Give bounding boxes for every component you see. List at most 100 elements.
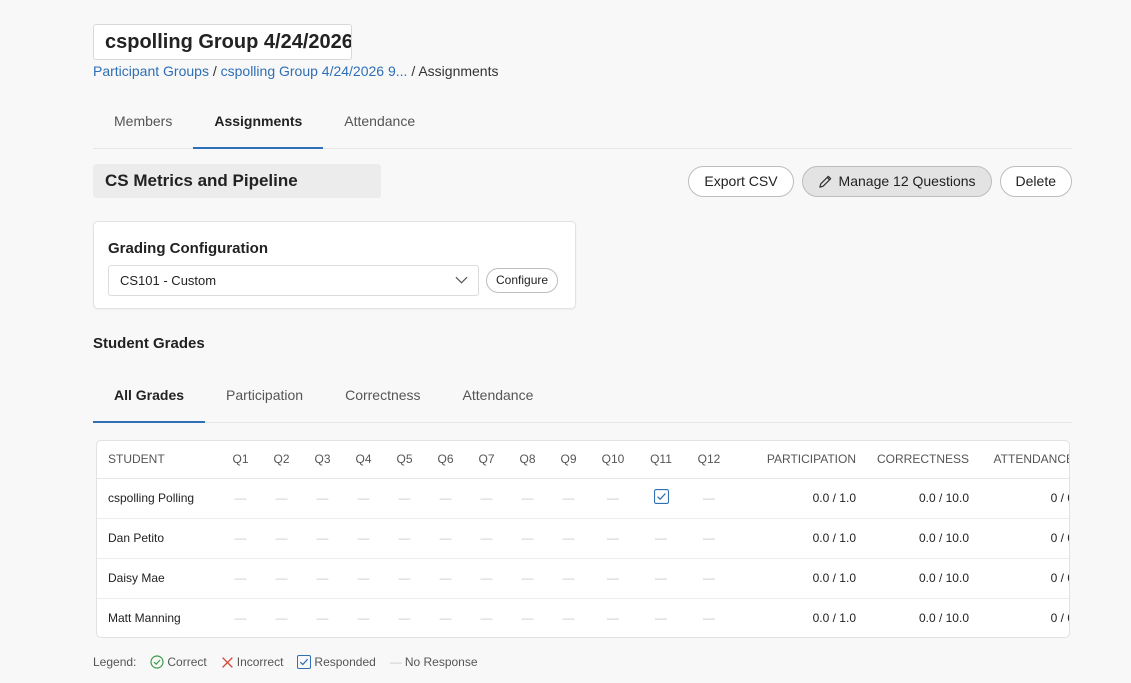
tab-assignments[interactable]: Assignments [193,104,324,149]
response-none: — [507,518,548,559]
response-none: — [220,518,261,559]
student-name: Dan Petito [97,518,220,559]
correctness-score: 0.0 / 10.0 [918,611,969,626]
response-none: — [343,558,384,599]
response-none: — [607,611,619,626]
export-csv-button[interactable]: Export CSV [688,166,794,197]
column-header: Q5 [384,441,425,479]
check-circle-icon [150,655,164,669]
response-responded [637,478,685,519]
tab-all-grades[interactable]: All Grades [93,378,206,423]
column-header: Q12 [685,441,733,479]
manage-questions-button[interactable]: Manage 12 Questions [801,166,992,197]
grades-table: STUDENT Q1 Q2 Q3 Q4 Q5 Q6 Q7 Q8 Q9 Q10 Q… [97,441,1069,637]
assignment-actions: Export CSV Manage 12 Questions Delete [688,166,1072,197]
response-none: — [655,611,667,626]
response-none: — [425,478,466,519]
student-name: cspolling Polling [97,478,220,519]
response-none: — [302,558,343,599]
column-header: Q11 [637,441,685,479]
response-none: — [589,558,637,599]
assignment-title-input[interactable]: CS Metrics and Pipeline [93,164,381,198]
legend-label: Legend: [93,655,137,669]
legend: Legend: Correct Incorrect Responded — No… [93,655,486,669]
response-none: — [439,611,452,626]
response-none: — [384,518,425,559]
grading-config-value: CS101 - Custom [120,273,217,288]
response-none: — [637,518,685,559]
response-none: — [343,518,384,559]
response-none: — [398,611,411,626]
legend-incorrect: Incorrect [221,655,284,669]
legend-correct-label: Correct [167,655,207,669]
response-none: — [685,478,733,519]
student-name: Daisy Mae [97,558,220,599]
tab-attendance[interactable]: Attendance [323,104,436,148]
response-none: — [275,611,288,626]
response-none: — [562,611,575,626]
response-none: — [507,478,548,519]
column-header: Q6 [425,441,466,479]
tab-correctness[interactable]: Correctness [324,378,441,422]
export-csv-label: Export CSV [704,173,778,189]
grading-config-select[interactable]: CS101 - Custom [108,265,479,296]
breadcrumb-current: Assignments [418,63,499,79]
legend-no-response-label: No Response [404,655,478,669]
response-none: — [302,518,343,559]
group-title-input[interactable]: cspolling Group 4/24/2026 9 [93,24,352,60]
response-none: — [316,611,329,626]
configure-button[interactable]: Configure [486,268,559,293]
response-none: — [685,558,733,599]
breadcrumb-separator: / [411,63,416,79]
correctness-score: 0.0 / 10.0 [867,518,980,559]
grade-tabs: All Grades Participation Correctness Att… [93,378,1072,423]
participation-score: 0.0 / 1.0 [733,478,867,519]
x-icon [221,656,233,668]
tab-attendance-grades[interactable]: Attendance [442,378,555,422]
response-none: — [220,478,261,519]
response-none: — [384,478,425,519]
response-none: — [466,478,507,519]
legend-responded: Responded [297,655,376,669]
response-none: — [685,518,733,559]
column-header: Q2 [261,441,302,479]
configure-label: Configure [496,273,549,287]
grading-configuration-card: Grading Configuration CS101 - Custom Con… [93,221,576,309]
response-none: — [548,558,589,599]
column-header: STUDENT [97,441,220,479]
student-name: Matt Manning [108,611,181,626]
participation-score: 0.0 / 1.0 [733,558,867,599]
checkbox-checked-icon [297,655,312,669]
breadcrumb-participant-groups[interactable]: Participant Groups [93,63,209,79]
correctness-score: 0.0 / 10.0 [867,558,980,599]
tab-participation[interactable]: Participation [205,378,324,422]
legend-incorrect-label: Incorrect [236,655,284,669]
grades-table-card: STUDENT Q1 Q2 Q3 Q4 Q5 Q6 Q7 Q8 Q9 Q10 Q… [96,440,1070,638]
table-row: cspolling Polling — — — — — — — — — — —0.0 / 1.0 0.0… [97,478,1069,519]
correctness-score: 0.0 / 10.0 [867,478,980,519]
tab-members[interactable]: Members [93,104,193,148]
breadcrumb-group[interactable]: cspolling Group 4/24/2026 9... [221,63,408,79]
column-header: ATTENDANCE [980,441,1069,479]
response-none: — [234,611,247,626]
response-none: — [343,478,384,519]
legend-correct: Correct [150,655,207,669]
table-row: Matt Manning — — — — — — — — — — — — 0.0 / 1.0 0.0 / 1… [97,598,1069,637]
checkbox-checked-icon [653,489,669,504]
response-none: — [480,611,493,626]
participation-score: 0.0 / 1.0 [812,611,856,626]
response-none: — [425,518,466,559]
table-header-row: STUDENT Q1 Q2 Q3 Q4 Q5 Q6 Q7 Q8 Q9 Q10 Q… [97,441,1069,479]
column-header: PARTICIPATION [733,441,867,479]
response-none: — [261,478,302,519]
response-none: — [466,558,507,599]
response-none: — [703,611,715,626]
response-none: — [384,558,425,599]
response-none: — [220,558,261,599]
participation-score: 0.0 / 1.0 [733,518,867,559]
chevron-down-icon [455,276,468,284]
group-tabs: Members Assignments Attendance [93,104,1072,149]
response-none: — [521,611,534,626]
delete-button[interactable]: Delete [999,166,1072,197]
column-header: Q8 [507,441,548,479]
